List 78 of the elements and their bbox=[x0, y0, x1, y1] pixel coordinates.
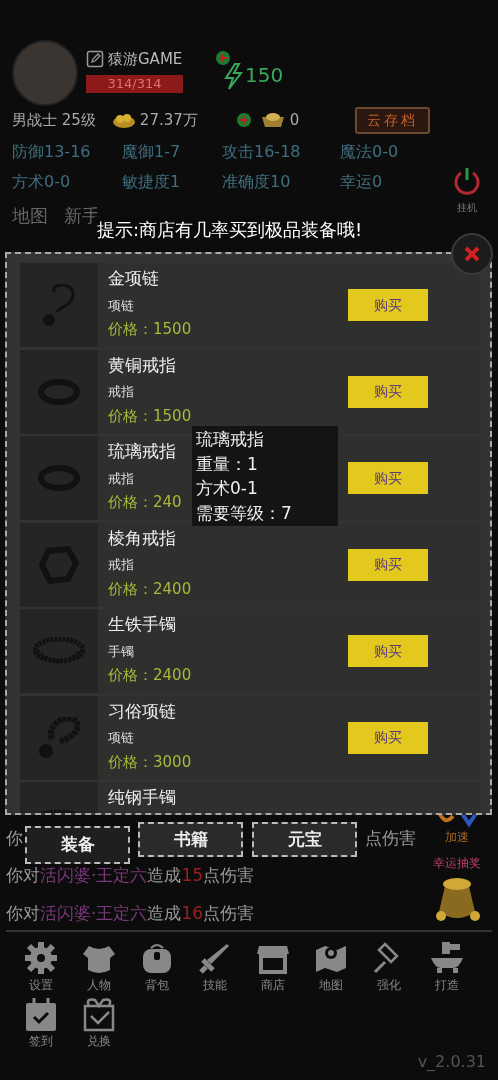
item-type: 戒指 bbox=[108, 383, 134, 401]
item-name: 生铁手镯 bbox=[108, 613, 176, 636]
close-icon bbox=[463, 245, 481, 263]
version-text: v_2.0.31 bbox=[417, 1051, 486, 1073]
stat-text: 准确度10 bbox=[222, 171, 292, 193]
shop-tab[interactable]: 书籍 bbox=[138, 822, 243, 857]
class-level: 男战士 25级 bbox=[12, 109, 96, 131]
shop-tab[interactable]: 元宝 bbox=[252, 822, 357, 857]
nav-button[interactable]: 打造 bbox=[418, 940, 476, 994]
ingot-count: 0 bbox=[289, 109, 300, 131]
tooltip-line: 方术0-1 bbox=[196, 477, 259, 500]
item-price: 价格：2400 bbox=[108, 578, 192, 600]
buy-button[interactable]: 购买 bbox=[348, 462, 428, 494]
log-line: 你对活闪婆·王定六造成15点伤害 bbox=[6, 864, 256, 887]
player-name: 猿游GAME bbox=[108, 49, 183, 70]
item-type: 戒指 bbox=[108, 469, 134, 488]
hp-text: 314/314 bbox=[106, 74, 163, 93]
tooltip-line: 重量：1 bbox=[196, 452, 259, 476]
item-price: 价格：1500 bbox=[108, 405, 192, 427]
nav-button[interactable]: 强化 bbox=[360, 940, 418, 994]
coin-amount: 27.37万 bbox=[139, 109, 198, 131]
buy-button[interactable]: 购买 bbox=[348, 548, 428, 581]
item-name: 黄铜戒指 bbox=[108, 353, 176, 377]
item-type: 戒指 bbox=[108, 556, 134, 574]
close-button[interactable] bbox=[451, 233, 493, 275]
log-text: 点伤害 bbox=[365, 826, 416, 850]
item-price: 价格：2400 bbox=[108, 665, 192, 686]
nav-button[interactable]: 人物 bbox=[70, 940, 128, 994]
item-type: 手镯 bbox=[108, 642, 134, 661]
stat-text: 方术0-0 bbox=[12, 171, 72, 193]
stat-text: 魔御1-7 bbox=[122, 141, 182, 163]
power-icon[interactable] bbox=[452, 166, 482, 196]
item-price: 价格：3000 bbox=[108, 751, 192, 773]
stat-text: 魔法0-0 bbox=[340, 141, 400, 163]
nav-button[interactable]: 设置 bbox=[12, 940, 70, 994]
item-type: 项链 bbox=[108, 296, 134, 315]
nav-button[interactable]: 兑换 bbox=[70, 996, 128, 1050]
anvil-icon bbox=[429, 940, 465, 976]
speed-up-label: 加速 bbox=[445, 829, 469, 846]
stat-text: 敏捷度1 bbox=[122, 171, 182, 193]
coins-icon bbox=[111, 111, 136, 129]
map-label: 地图 bbox=[12, 204, 48, 228]
nav-button[interactable]: 签到 bbox=[12, 996, 70, 1050]
buy-button[interactable]: 购买 bbox=[348, 721, 428, 754]
shop-tab[interactable]: 装备 bbox=[25, 826, 130, 864]
buy-button[interactable]: 购买 bbox=[348, 375, 428, 408]
log-line: 你对活闪婆·王定六造成16点伤害 bbox=[6, 901, 256, 925]
energy-plus-lightning-icon[interactable] bbox=[215, 50, 245, 90]
tooltip-line: 琉璃戒指 bbox=[196, 428, 265, 451]
item-type: 项链 bbox=[108, 729, 134, 747]
nav-button[interactable]: 地图 bbox=[302, 940, 360, 994]
nav-button[interactable]: 商店 bbox=[244, 940, 302, 994]
item-name: 纯钢手镯 bbox=[108, 786, 176, 809]
stat-text: 攻击16-18 bbox=[222, 141, 302, 163]
item-name: 琉璃戒指 bbox=[108, 440, 176, 463]
item-name: 棱角戒指 bbox=[108, 526, 176, 550]
buy-button[interactable]: 购买 bbox=[348, 635, 428, 667]
lottery-label: 幸运抽奖 bbox=[433, 855, 481, 872]
stat-text: 幸运0 bbox=[340, 171, 384, 193]
idle-label: 挂机 bbox=[456, 201, 478, 215]
edit-icon[interactable] bbox=[86, 50, 104, 69]
stat-text: 防御13-16 bbox=[12, 141, 92, 163]
buy-button[interactable]: 购买 bbox=[348, 289, 428, 321]
gear-icon bbox=[23, 940, 59, 976]
item-name: 习俗项链 bbox=[108, 699, 176, 723]
tooltip-line: 需要等级：7 bbox=[196, 501, 293, 525]
item-price: 价格：240 bbox=[108, 492, 182, 513]
item-name: 金项链 bbox=[108, 267, 159, 290]
nav-button[interactable]: 背包 bbox=[128, 940, 186, 994]
energy-count: 150 bbox=[245, 62, 284, 89]
add-ingot-icon[interactable] bbox=[235, 112, 252, 128]
ingot-icon bbox=[259, 111, 286, 129]
item-price: 价格：1500 bbox=[108, 319, 192, 340]
nav-button[interactable]: 技能 bbox=[186, 940, 244, 994]
cloud-save-button[interactable]: 云存档 bbox=[355, 106, 430, 134]
calendar-check-icon bbox=[23, 996, 59, 1032]
gift-check-icon bbox=[81, 996, 117, 1032]
log-text: 你 bbox=[6, 826, 23, 850]
